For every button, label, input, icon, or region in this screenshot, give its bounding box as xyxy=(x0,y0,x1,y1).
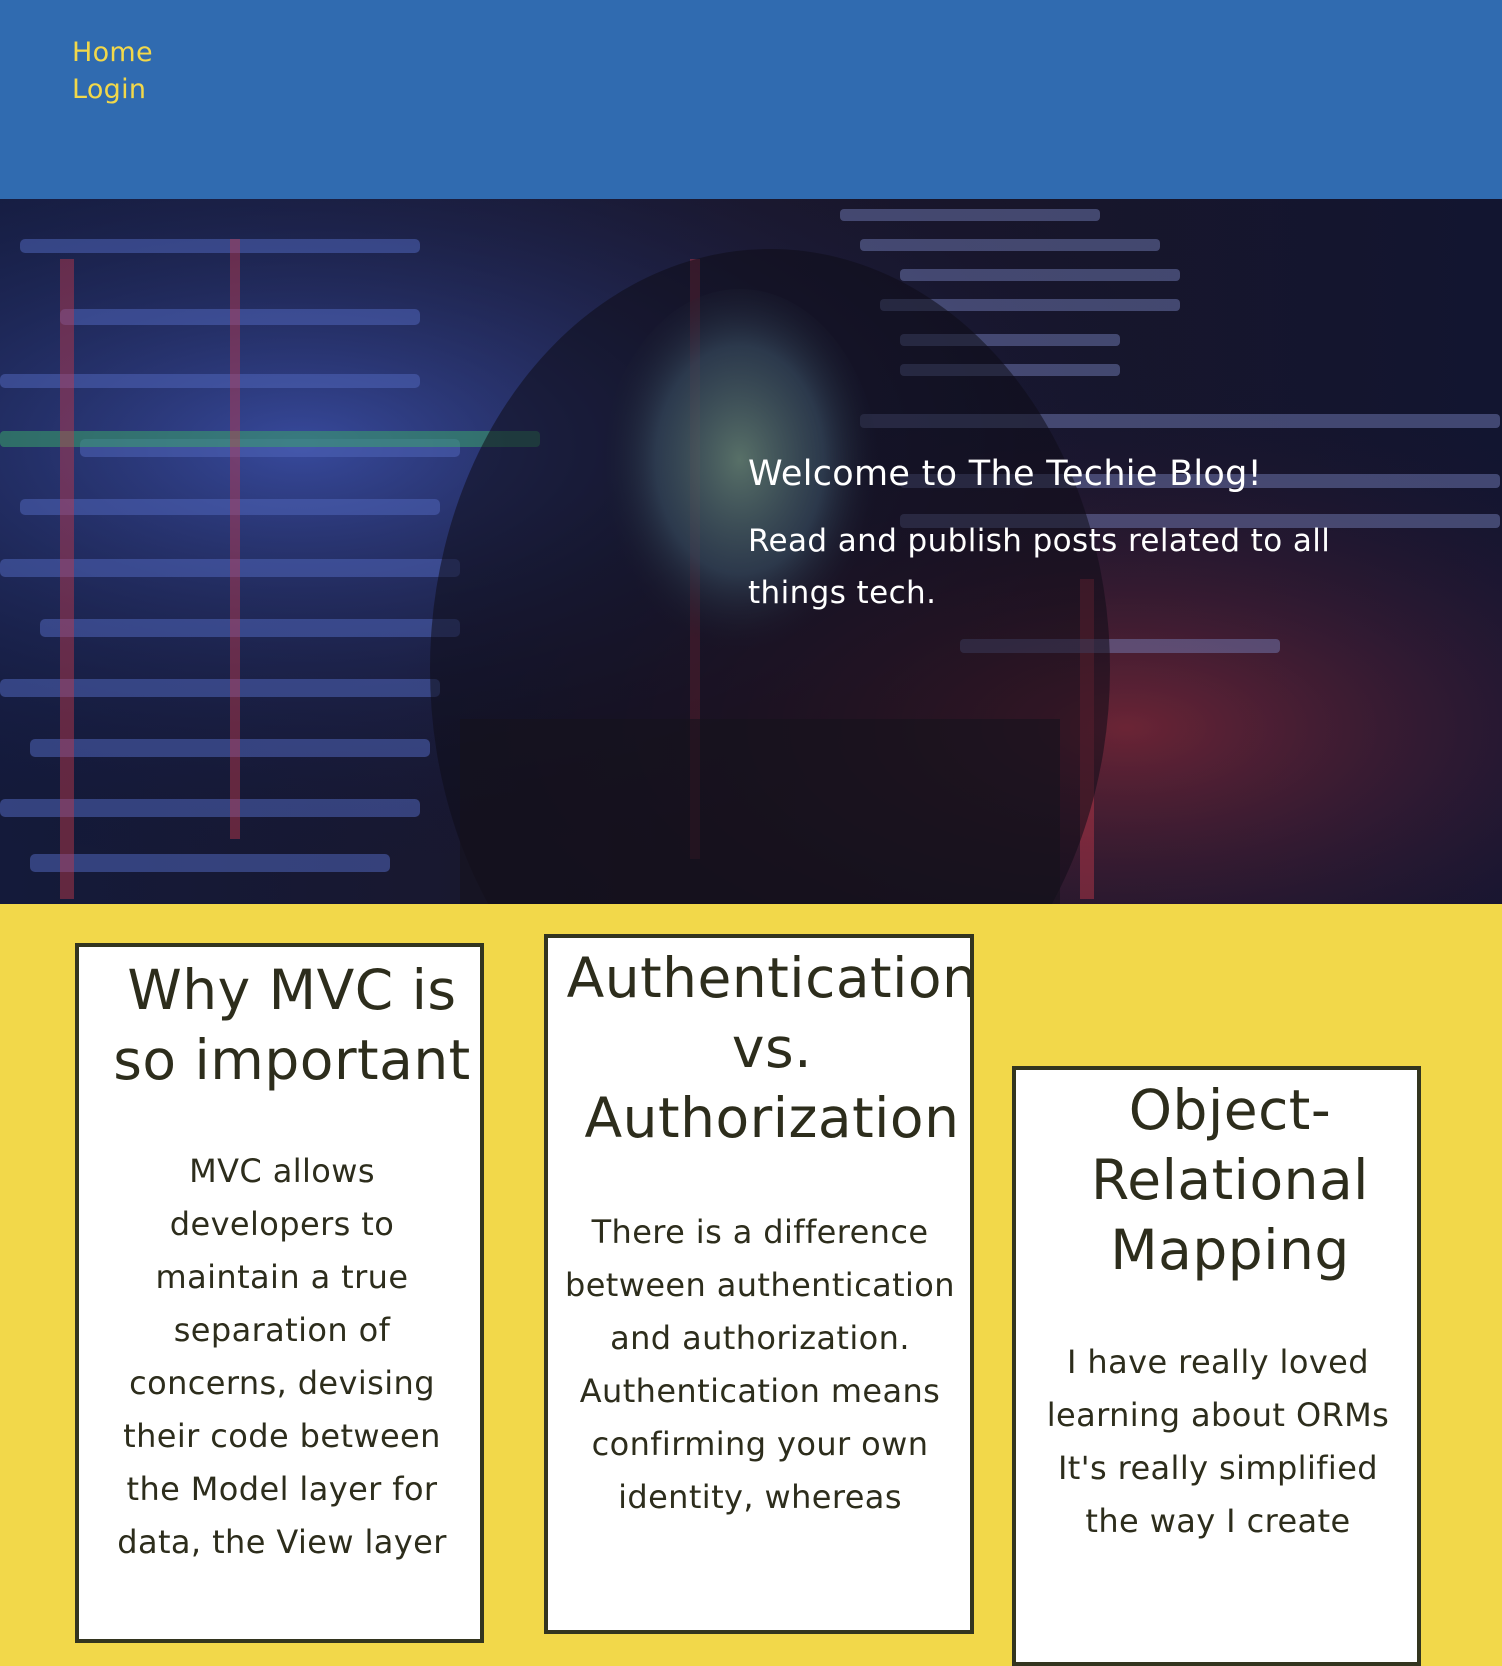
nav-login-link[interactable]: Login xyxy=(72,71,153,108)
post-card[interactable]: Why MVC is so important MVC allows devel… xyxy=(75,943,484,1643)
post-title[interactable]: Authentication vs. Authorization xyxy=(562,943,970,1153)
hero-text: Welcome to The Techie Blog! Read and pub… xyxy=(748,449,1448,619)
post-excerpt: MVC allows developers to maintain a true… xyxy=(117,1152,447,1561)
nav-home-link[interactable]: Home xyxy=(72,34,153,71)
post-card[interactable]: Object-Relational Mapping I have really … xyxy=(1012,1066,1421,1666)
post-excerpt: There is a difference between authentica… xyxy=(565,1213,955,1516)
post-title[interactable]: Why MVC is so important xyxy=(107,955,477,1095)
hero-title: Welcome to The Techie Blog! xyxy=(748,454,1262,494)
post-list: Why MVC is so important MVC allows devel… xyxy=(0,904,1502,1666)
post-card[interactable]: Authentication vs. Authorization There i… xyxy=(544,934,974,1634)
site-header: Home Login xyxy=(0,0,1502,199)
hero-banner: Welcome to The Techie Blog! Read and pub… xyxy=(0,199,1502,904)
post-excerpt: I have really loved learning about ORMs … xyxy=(1046,1343,1390,1540)
post-title[interactable]: Object-Relational Mapping xyxy=(1044,1075,1416,1285)
hero-subtitle: Read and publish posts related to all th… xyxy=(748,523,1331,611)
main-nav: Home Login xyxy=(72,34,153,108)
